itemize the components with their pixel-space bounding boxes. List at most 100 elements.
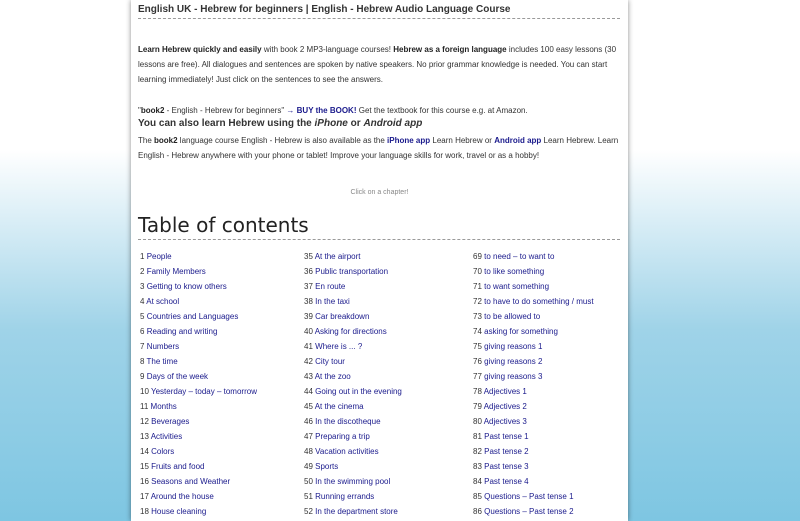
toc-chapter-link[interactable]: 11 Months	[140, 401, 257, 416]
toc-chapter-link[interactable]: 77 giving reasons 3	[473, 371, 594, 386]
toc-chapter-link[interactable]: 16 Seasons and Weather	[140, 476, 257, 491]
toc-chapter-link[interactable]: 48 Vacation activities	[304, 446, 402, 461]
chapter-number: 50	[304, 477, 313, 486]
apps-brand: book2	[154, 136, 178, 145]
chapter-number: 45	[304, 402, 313, 411]
chapter-number: 70	[473, 267, 482, 276]
chapter-number: 6	[140, 327, 145, 336]
chapter-label: giving reasons 3	[484, 372, 543, 381]
toc-chapter-link[interactable]: 10 Yesterday – today – tomorrow	[140, 386, 257, 401]
chapter-label: Reading and writing	[146, 327, 218, 336]
toc-chapter-link[interactable]: 2 Family Members	[140, 266, 257, 281]
toc-chapter-link[interactable]: 72 to have to do something / must	[473, 296, 594, 311]
also-learn-heading: You can also learn Hebrew using the iPho…	[138, 118, 422, 129]
toc-chapter-link[interactable]: 82 Past tense 2	[473, 446, 594, 461]
toc-chapter-link[interactable]: 6 Reading and writing	[140, 326, 257, 341]
chapter-label: City tour	[315, 357, 345, 366]
chapter-label: Preparing a trip	[315, 432, 370, 441]
toc-chapter-link[interactable]: 9 Days of the week	[140, 371, 257, 386]
chapter-label: Getting to know others	[146, 282, 227, 291]
toc-chapter-link[interactable]: 1 People	[140, 251, 257, 266]
toc-chapter-link[interactable]: 71 to want something	[473, 281, 594, 296]
chapter-label: giving reasons 1	[484, 342, 543, 351]
toc-chapter-link[interactable]: 5 Countries and Languages	[140, 311, 257, 326]
toc-chapter-link[interactable]: 36 Public transportation	[304, 266, 402, 281]
toc-chapter-link[interactable]: 80 Adjectives 3	[473, 416, 594, 431]
toc-column-2: 35 At the airport 36 Public transportatio…	[304, 251, 402, 521]
android-app-link[interactable]: Android app	[494, 136, 541, 145]
chapter-label: Numbers	[146, 342, 180, 351]
toc-chapter-link[interactable]: 70 to like something	[473, 266, 594, 281]
toc-chapter-link[interactable]: 83 Past tense 3	[473, 461, 594, 476]
toc-chapter-link[interactable]: 37 En route	[304, 281, 402, 296]
chapter-label: At the cinema	[314, 402, 364, 411]
toc-chapter-link[interactable]: 74 asking for something	[473, 326, 594, 341]
toc-chapter-link[interactable]: 42 City tour	[304, 356, 402, 371]
toc-chapter-link[interactable]: 75 giving reasons 1	[473, 341, 594, 356]
toc-chapter-link[interactable]: 12 Beverages	[140, 416, 257, 431]
toc-chapter-link[interactable]: 86 Questions – Past tense 2	[473, 506, 594, 521]
chapter-label: Yesterday – today – tomorrow	[150, 387, 257, 396]
chapter-label: Car breakdown	[315, 312, 370, 321]
content-page: English UK - Hebrew for beginners | Engl…	[131, 0, 628, 521]
toc-chapter-link[interactable]: 14 Colors	[140, 446, 257, 461]
chapter-number: 40	[304, 327, 313, 336]
chapter-number: 80	[473, 417, 482, 426]
chapter-number: 2	[140, 267, 145, 276]
toc-chapter-link[interactable]: 45 At the cinema	[304, 401, 402, 416]
book-text: - English - Hebrew for beginners"	[164, 106, 287, 115]
chapter-label: Activities	[150, 432, 183, 441]
chapter-label: to like something	[484, 267, 545, 276]
chapter-label: The time	[146, 357, 178, 366]
toc-chapter-link[interactable]: 4 At school	[140, 296, 257, 311]
toc-chapter-link[interactable]: 13 Activities	[140, 431, 257, 446]
chapter-number: 12	[140, 417, 149, 426]
chapter-number: 14	[140, 447, 149, 456]
toc-chapter-link[interactable]: 50 In the swimming pool	[304, 476, 402, 491]
toc-chapter-link[interactable]: 51 Running errands	[304, 491, 402, 506]
chapter-number: 43	[304, 372, 313, 381]
toc-chapter-link[interactable]: 49 Sports	[304, 461, 402, 476]
also-learn-iphone: iPhone	[314, 118, 348, 129]
toc-chapter-link[interactable]: 17 Around the house	[140, 491, 257, 506]
chapter-number: 8	[140, 357, 145, 366]
toc-chapter-link[interactable]: 8 The time	[140, 356, 257, 371]
intro-text-1: with book 2 MP3-language courses!	[261, 45, 394, 54]
toc-chapter-link[interactable]: 18 House cleaning	[140, 506, 257, 521]
toc-chapter-link[interactable]: 73 to be allowed to	[473, 311, 594, 326]
toc-chapter-link[interactable]: 35 At the airport	[304, 251, 402, 266]
toc-chapter-link[interactable]: 43 At the zoo	[304, 371, 402, 386]
toc-chapter-link[interactable]: 40 Asking for directions	[304, 326, 402, 341]
toc-chapter-link[interactable]: 41 Where is ... ?	[304, 341, 402, 356]
toc-chapter-link[interactable]: 69 to need – to want to	[473, 251, 594, 266]
toc-chapter-link[interactable]: 47 Preparing a trip	[304, 431, 402, 446]
toc-chapter-link[interactable]: 85 Questions – Past tense 1	[473, 491, 594, 506]
chapter-label: Fruits and food	[151, 462, 205, 471]
chapter-number: 39	[304, 312, 313, 321]
buy-book-link[interactable]: → BUY the BOOK!	[286, 106, 356, 115]
iphone-app-link[interactable]: iPhone app	[387, 136, 430, 145]
chapter-label: At the airport	[314, 252, 361, 261]
toc-chapter-link[interactable]: 76 giving reasons 2	[473, 356, 594, 371]
toc-chapter-link[interactable]: 79 Adjectives 2	[473, 401, 594, 416]
toc-chapter-link[interactable]: 52 In the department store	[304, 506, 402, 521]
toc-chapter-link[interactable]: 81 Past tense 1	[473, 431, 594, 446]
toc-chapter-link[interactable]: 84 Past tense 4	[473, 476, 594, 491]
chapter-number: 11	[140, 402, 149, 411]
chapter-label: Questions – Past tense 2	[484, 507, 574, 516]
chapter-number: 85	[473, 492, 482, 501]
chapter-number: 76	[473, 357, 482, 366]
toc-chapter-link[interactable]: 39 Car breakdown	[304, 311, 402, 326]
toc-chapter-link[interactable]: 7 Numbers	[140, 341, 257, 356]
intro-bold-1: Learn Hebrew quickly and easily	[138, 45, 262, 54]
book-text-2: Get the textbook for this course e.g. at…	[356, 106, 528, 115]
chapter-label: Past tense 4	[484, 477, 529, 486]
toc-chapter-link[interactable]: 46 In the discotheque	[304, 416, 402, 431]
toc-chapter-link[interactable]: 15 Fruits and food	[140, 461, 257, 476]
toc-chapter-link[interactable]: 3 Getting to know others	[140, 281, 257, 296]
toc-chapter-link[interactable]: 78 Adjectives 1	[473, 386, 594, 401]
chapter-number: 7	[140, 342, 145, 351]
toc-chapter-link[interactable]: 38 In the taxi	[304, 296, 402, 311]
chapter-number: 44	[304, 387, 313, 396]
toc-chapter-link[interactable]: 44 Going out in the evening	[304, 386, 402, 401]
